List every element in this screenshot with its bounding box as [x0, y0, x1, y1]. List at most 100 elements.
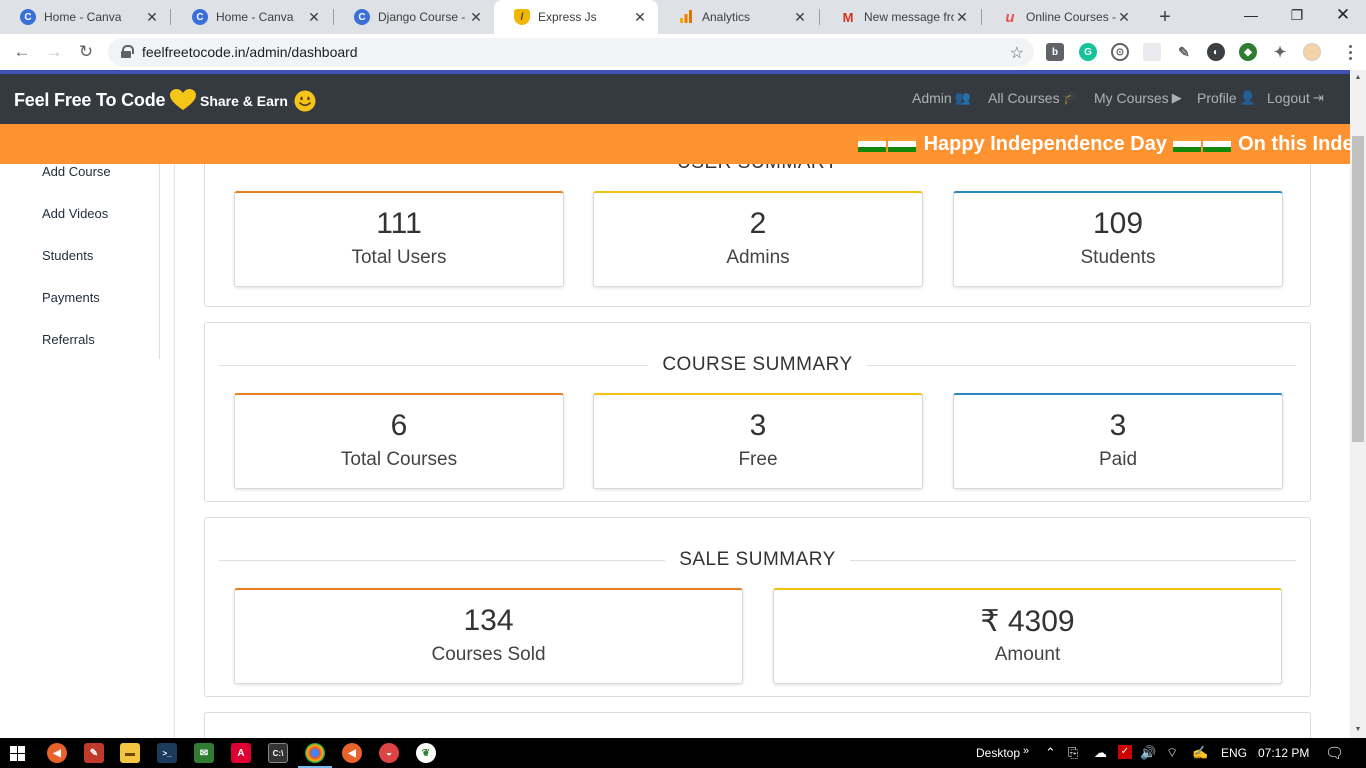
- extension-icon[interactable]: [1143, 43, 1161, 61]
- tab-divider: [170, 9, 171, 25]
- wifi-icon[interactable]: ⌔: [1166, 745, 1178, 761]
- app-icon[interactable]: ✉: [194, 743, 214, 763]
- announcement-banner-overlay: Happy Independence Day On this Indep: [0, 124, 1350, 164]
- forward-button[interactable]: →: [40, 38, 68, 66]
- stat-value: 2: [749, 207, 767, 240]
- url-input[interactable]: feelfreetocode.in/admin/dashboard ☆: [108, 38, 1034, 66]
- restore-button[interactable]: ❐: [1274, 0, 1320, 30]
- site-navbar: Feel Free To Code Share & Earn Admin 👥 A…: [0, 74, 1350, 124]
- network-icon[interactable]: ⎘: [1068, 745, 1078, 761]
- antivirus-icon[interactable]: ✓: [1118, 745, 1132, 759]
- lock-icon: [120, 45, 134, 59]
- nav-admin[interactable]: Admin 👥: [912, 90, 971, 106]
- angular-icon[interactable]: A: [231, 743, 251, 763]
- stat-label: Total Users: [351, 247, 447, 268]
- close-icon[interactable]: ✕: [1116, 9, 1132, 25]
- nav-my-courses[interactable]: My Courses ▶: [1094, 90, 1182, 106]
- cmd-icon[interactable]: C:\: [268, 743, 288, 763]
- browser-tab[interactable]: Analytics ✕: [658, 0, 818, 34]
- language-indicator[interactable]: ENG: [1221, 746, 1247, 760]
- user-cog-icon: 👥: [954, 90, 971, 105]
- app-icon[interactable]: ◀: [342, 743, 362, 763]
- browser-tab-active[interactable]: / Express Js ✕: [494, 0, 658, 34]
- extension-icon[interactable]: ⊙: [1111, 43, 1129, 61]
- sidebar-item-referrals[interactable]: Referrals: [42, 332, 95, 347]
- stat-label: Total Courses: [340, 449, 458, 470]
- browser-menu-icon[interactable]: [1340, 40, 1360, 64]
- close-icon[interactable]: ✕: [468, 9, 484, 25]
- extension-icon[interactable]: ◆: [1239, 43, 1257, 61]
- tab-label: Home - Canva: [216, 10, 294, 24]
- back-button[interactable]: ←: [8, 38, 36, 66]
- desktop-toolbar-label[interactable]: Desktop: [976, 746, 1020, 760]
- app-icon[interactable]: ✎: [84, 743, 104, 763]
- close-icon[interactable]: ✕: [792, 9, 808, 25]
- bookmark-star-icon[interactable]: ☆: [1010, 43, 1024, 63]
- puzzle-icon[interactable]: ✦: [1271, 43, 1289, 61]
- volume-icon[interactable]: 🔊: [1140, 745, 1156, 761]
- file-explorer-icon[interactable]: ▬: [120, 743, 140, 763]
- app-icon[interactable]: ◒: [379, 743, 399, 763]
- stat-value: 3: [749, 409, 767, 442]
- browser-tab[interactable]: u Online Courses - A ✕: [982, 0, 1142, 34]
- tab-label: Analytics: [702, 10, 751, 24]
- stat-amount: ₹ 4309 Amount: [773, 588, 1282, 684]
- mongodb-icon[interactable]: ❦: [416, 743, 436, 763]
- avatar[interactable]: [1303, 43, 1321, 61]
- tab-label: Django Course - Yo: [378, 10, 468, 24]
- sale-summary-title: SALE SUMMARY: [219, 549, 1296, 570]
- canva-icon: C: [354, 9, 370, 25]
- sidebar-item-students[interactable]: Students: [42, 248, 93, 263]
- close-icon[interactable]: ✕: [306, 9, 322, 25]
- chevron-right-icon[interactable]: »: [1023, 745, 1029, 757]
- sale-summary-card: SALE SUMMARY 134 Courses Sold ₹ 4309 Amo…: [204, 517, 1311, 697]
- close-window-button[interactable]: ✕: [1320, 0, 1366, 30]
- scroll-thumb[interactable]: [1352, 136, 1364, 442]
- sidebar-item-add-course[interactable]: Add Course: [42, 164, 111, 179]
- extension-icon[interactable]: b: [1046, 43, 1064, 61]
- analytics-icon: [678, 9, 694, 25]
- cloud-icon[interactable]: ☁: [1094, 745, 1107, 761]
- sidebar-item-add-videos[interactable]: Add Videos: [42, 206, 108, 221]
- close-icon[interactable]: ✕: [632, 9, 648, 25]
- course-summary-title: COURSE SUMMARY: [219, 354, 1296, 375]
- close-icon[interactable]: ✕: [954, 9, 970, 25]
- nav-all-courses-label: All Courses: [988, 90, 1060, 106]
- chrome-icon[interactable]: [305, 743, 325, 763]
- scroll-up-arrow-icon[interactable]: ▲: [1350, 70, 1366, 84]
- stat-label: Admins: [726, 247, 790, 268]
- nav-logout[interactable]: Logout ⇥: [1267, 90, 1324, 106]
- admin-sidebar: Add Course Add Videos Students Payments …: [0, 164, 160, 359]
- browser-tab[interactable]: C Django Course - Yo ✕: [334, 0, 494, 34]
- browser-tab[interactable]: M New message from ✕: [820, 0, 980, 34]
- share-earn-link[interactable]: Share & Earn: [200, 90, 316, 112]
- notification-icon[interactable]: 🗨: [1325, 744, 1344, 762]
- chevron-up-icon[interactable]: ⌃: [1045, 745, 1056, 761]
- new-tab-button[interactable]: +: [1152, 4, 1178, 30]
- user-icon: 👤: [1239, 90, 1256, 105]
- browser-tab[interactable]: C Home - Canva ✕: [172, 0, 332, 34]
- page-scrollbar[interactable]: ▲ ▼: [1350, 70, 1366, 738]
- minimize-button[interactable]: —: [1228, 0, 1274, 30]
- india-flag-icon: [888, 136, 916, 153]
- terminal-icon[interactable]: >_: [157, 743, 177, 763]
- scroll-down-arrow-icon[interactable]: ▼: [1350, 722, 1366, 736]
- reload-button[interactable]: ↻: [72, 38, 100, 66]
- dark-mode-icon[interactable]: ◐: [1207, 43, 1225, 61]
- announcement-text: On this Indep: [1238, 133, 1350, 155]
- close-icon[interactable]: ✕: [144, 9, 160, 25]
- nav-profile[interactable]: Profile 👤: [1197, 90, 1256, 106]
- pen-icon[interactable]: ✍: [1192, 745, 1208, 761]
- clock[interactable]: 07:12 PM: [1258, 746, 1309, 760]
- eyedropper-icon[interactable]: ✎: [1175, 43, 1193, 61]
- brand-logo[interactable]: Feel Free To Code: [14, 88, 197, 112]
- nav-all-courses[interactable]: All Courses 🎓: [988, 90, 1079, 106]
- app-icon[interactable]: ◀: [47, 743, 67, 763]
- content-divider: [174, 164, 175, 738]
- windows-taskbar: ◀ ✎ ▬ >_ ✉ A C:\ ◀ ◒ ❦ Desktop » ⌃ ⎘ ☁ ✓…: [0, 738, 1366, 768]
- sidebar-item-payments[interactable]: Payments: [42, 290, 100, 305]
- windows-start-icon[interactable]: [10, 746, 25, 761]
- section-title-text: COURSE SUMMARY: [662, 354, 853, 375]
- grammarly-icon[interactable]: G: [1079, 43, 1097, 61]
- browser-tab[interactable]: C Home - Canva ✕: [0, 0, 170, 34]
